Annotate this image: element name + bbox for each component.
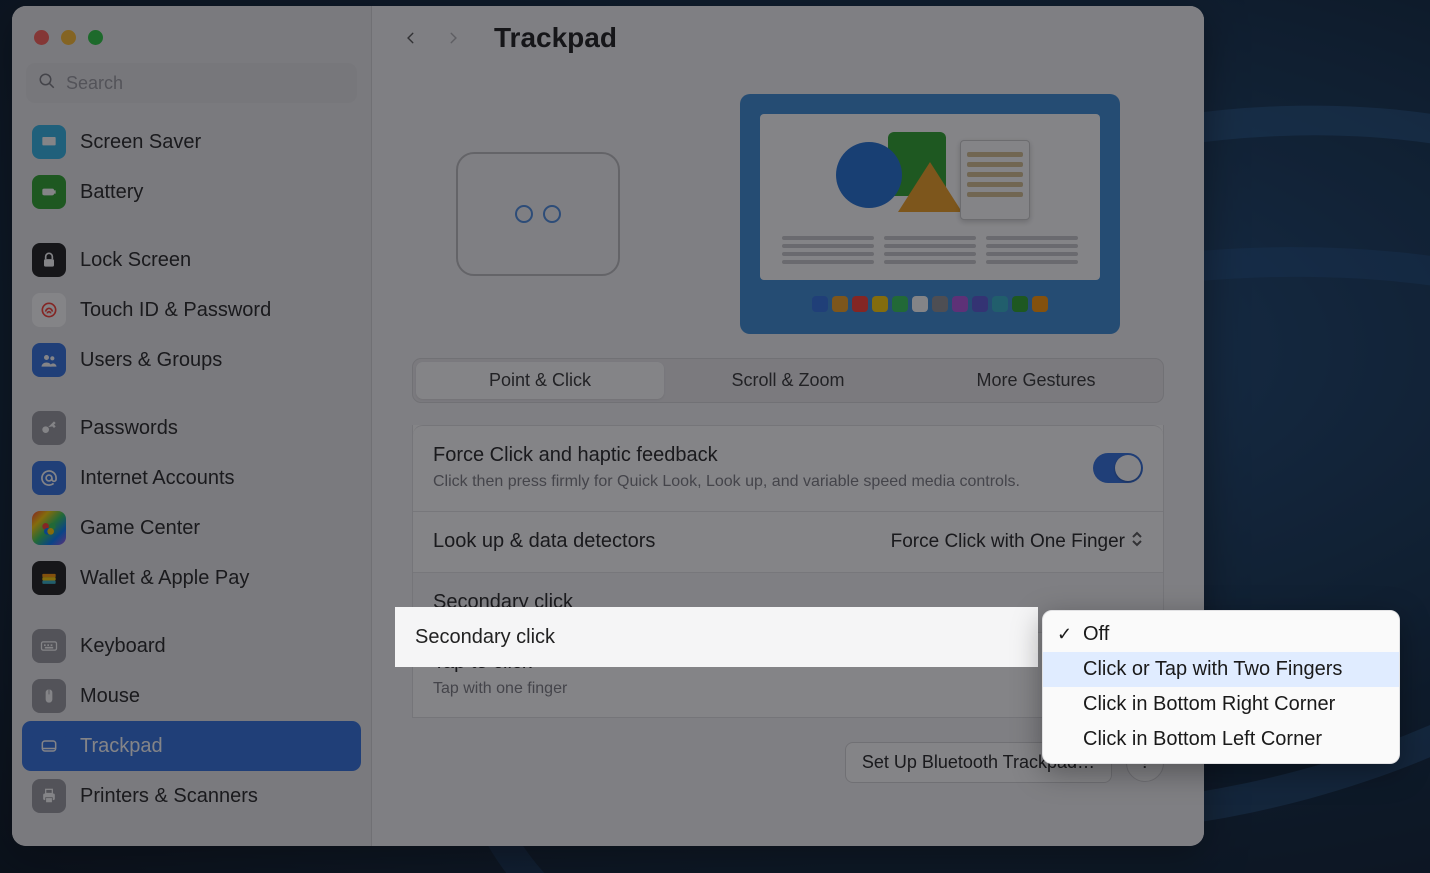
menu-item-click-in-bottom-right-corner[interactable]: Click in Bottom Right Corner [1043, 687, 1399, 722]
sidebar-item-label: Touch ID & Password [80, 299, 271, 322]
chevron-updown-icon [1131, 530, 1143, 554]
menu-item-click-in-bottom-left-corner[interactable]: Click in Bottom Left Corner [1043, 722, 1399, 757]
menu-item-label: Click or Tap with Two Fingers [1083, 658, 1342, 681]
sidebar-item-label: Trackpad [80, 735, 163, 758]
sidebar-item-label: Printers & Scanners [80, 785, 258, 808]
tab-point-click[interactable]: Point & Click [416, 362, 664, 399]
zoom-window-button[interactable] [88, 30, 103, 45]
sidebar-item-game-center[interactable]: Game Center [22, 503, 361, 553]
search-icon [38, 72, 56, 95]
minimize-window-button[interactable] [61, 30, 76, 45]
key-icon [32, 411, 66, 445]
wallet-icon [32, 561, 66, 595]
sidebar-item-label: Wallet & Apple Pay [80, 567, 249, 590]
forward-button[interactable] [442, 23, 464, 53]
sidebar-item-label: Game Center [80, 517, 200, 540]
sidebar-item-label: Keyboard [80, 635, 166, 658]
menu-item-click-or-tap-with-two-fingers[interactable]: Click or Tap with Two Fingers [1043, 652, 1399, 687]
secondary-click-menu: ✓ Off Click or Tap with Two Fingers Click i… [1042, 610, 1400, 764]
search-field[interactable] [26, 63, 357, 103]
sidebar-item-keyboard[interactable]: Keyboard [22, 621, 361, 671]
force-click-row: Force Click and haptic feedback Click th… [413, 425, 1163, 511]
check-icon: ✓ [1057, 624, 1072, 645]
settings-tabs: Point & ClickScroll & ZoomMore Gestures [412, 358, 1164, 403]
sidebar-item-wallet-apple-pay[interactable]: Wallet & Apple Pay [22, 553, 361, 603]
printer-icon [32, 779, 66, 813]
sidebar-item-touch-id-password[interactable]: Touch ID & Password [22, 285, 361, 335]
trackpad-icon [32, 729, 66, 763]
users-icon [32, 343, 66, 377]
sidebar-item-label: Internet Accounts [80, 467, 235, 490]
secondary-click-row-highlight: Secondary click [395, 607, 1038, 667]
back-button[interactable] [400, 23, 422, 53]
tab-scroll-zoom[interactable]: Scroll & Zoom [664, 362, 912, 399]
page-title: Trackpad [494, 22, 617, 54]
force-click-toggle[interactable] [1093, 453, 1143, 483]
sidebar-item-lock-screen[interactable]: Lock Screen [22, 235, 361, 285]
at-icon [32, 461, 66, 495]
lookup-label: Look up & data detectors [433, 530, 655, 553]
sidebar-item-screen-saver[interactable]: Screen Saver [22, 117, 361, 167]
sidebar-item-label: Lock Screen [80, 249, 191, 272]
sidebar-item-trackpad[interactable]: Trackpad [22, 721, 361, 771]
sidebar-item-label: Users & Groups [80, 349, 222, 372]
sidebar-item-label: Mouse [80, 685, 140, 708]
mouse-icon [32, 679, 66, 713]
sidebar-item-passwords[interactable]: Passwords [22, 403, 361, 453]
sidebar: Screen Saver Battery Lock Screen Touch ID &… [12, 6, 372, 846]
system-settings-window: Screen Saver Battery Lock Screen Touch ID &… [12, 6, 1204, 846]
lookup-row: Look up & data detectors Force Click wit… [413, 511, 1163, 572]
screensaver-icon [32, 125, 66, 159]
window-traffic-lights [12, 20, 371, 63]
force-click-desc: Click then press firmly for Quick Look, … [433, 471, 1020, 493]
trackpad-gesture-graphic [456, 152, 620, 276]
sidebar-item-label: Screen Saver [80, 131, 201, 154]
sidebar-item-internet-accounts[interactable]: Internet Accounts [22, 453, 361, 503]
sidebar-item-label: Battery [80, 181, 143, 204]
trackpad-demo-screen [740, 94, 1120, 334]
menu-item-off[interactable]: ✓ Off [1043, 617, 1399, 652]
sidebar-item-printers-scanners[interactable]: Printers & Scanners [22, 771, 361, 821]
sidebar-item-label: Passwords [80, 417, 178, 440]
sidebar-item-users-groups[interactable]: Users & Groups [22, 335, 361, 385]
tab-more-gestures[interactable]: More Gestures [912, 362, 1160, 399]
menu-item-label: Click in Bottom Left Corner [1083, 728, 1322, 751]
battery-icon [32, 175, 66, 209]
lock-icon [32, 243, 66, 277]
close-window-button[interactable] [34, 30, 49, 45]
sidebar-item-battery[interactable]: Battery [22, 167, 361, 217]
sidebar-item-mouse[interactable]: Mouse [22, 671, 361, 721]
keyboard-icon [32, 629, 66, 663]
gamectr-icon [32, 511, 66, 545]
force-click-label: Force Click and haptic feedback [433, 444, 1020, 467]
menu-item-label: Click in Bottom Right Corner [1083, 693, 1335, 716]
lookup-popup[interactable]: Force Click with One Finger [891, 530, 1143, 554]
touchid-icon [32, 293, 66, 327]
tap-to-click-desc: Tap with one finger [433, 678, 567, 700]
search-input[interactable] [66, 73, 345, 94]
menu-item-label: Off [1083, 623, 1109, 646]
